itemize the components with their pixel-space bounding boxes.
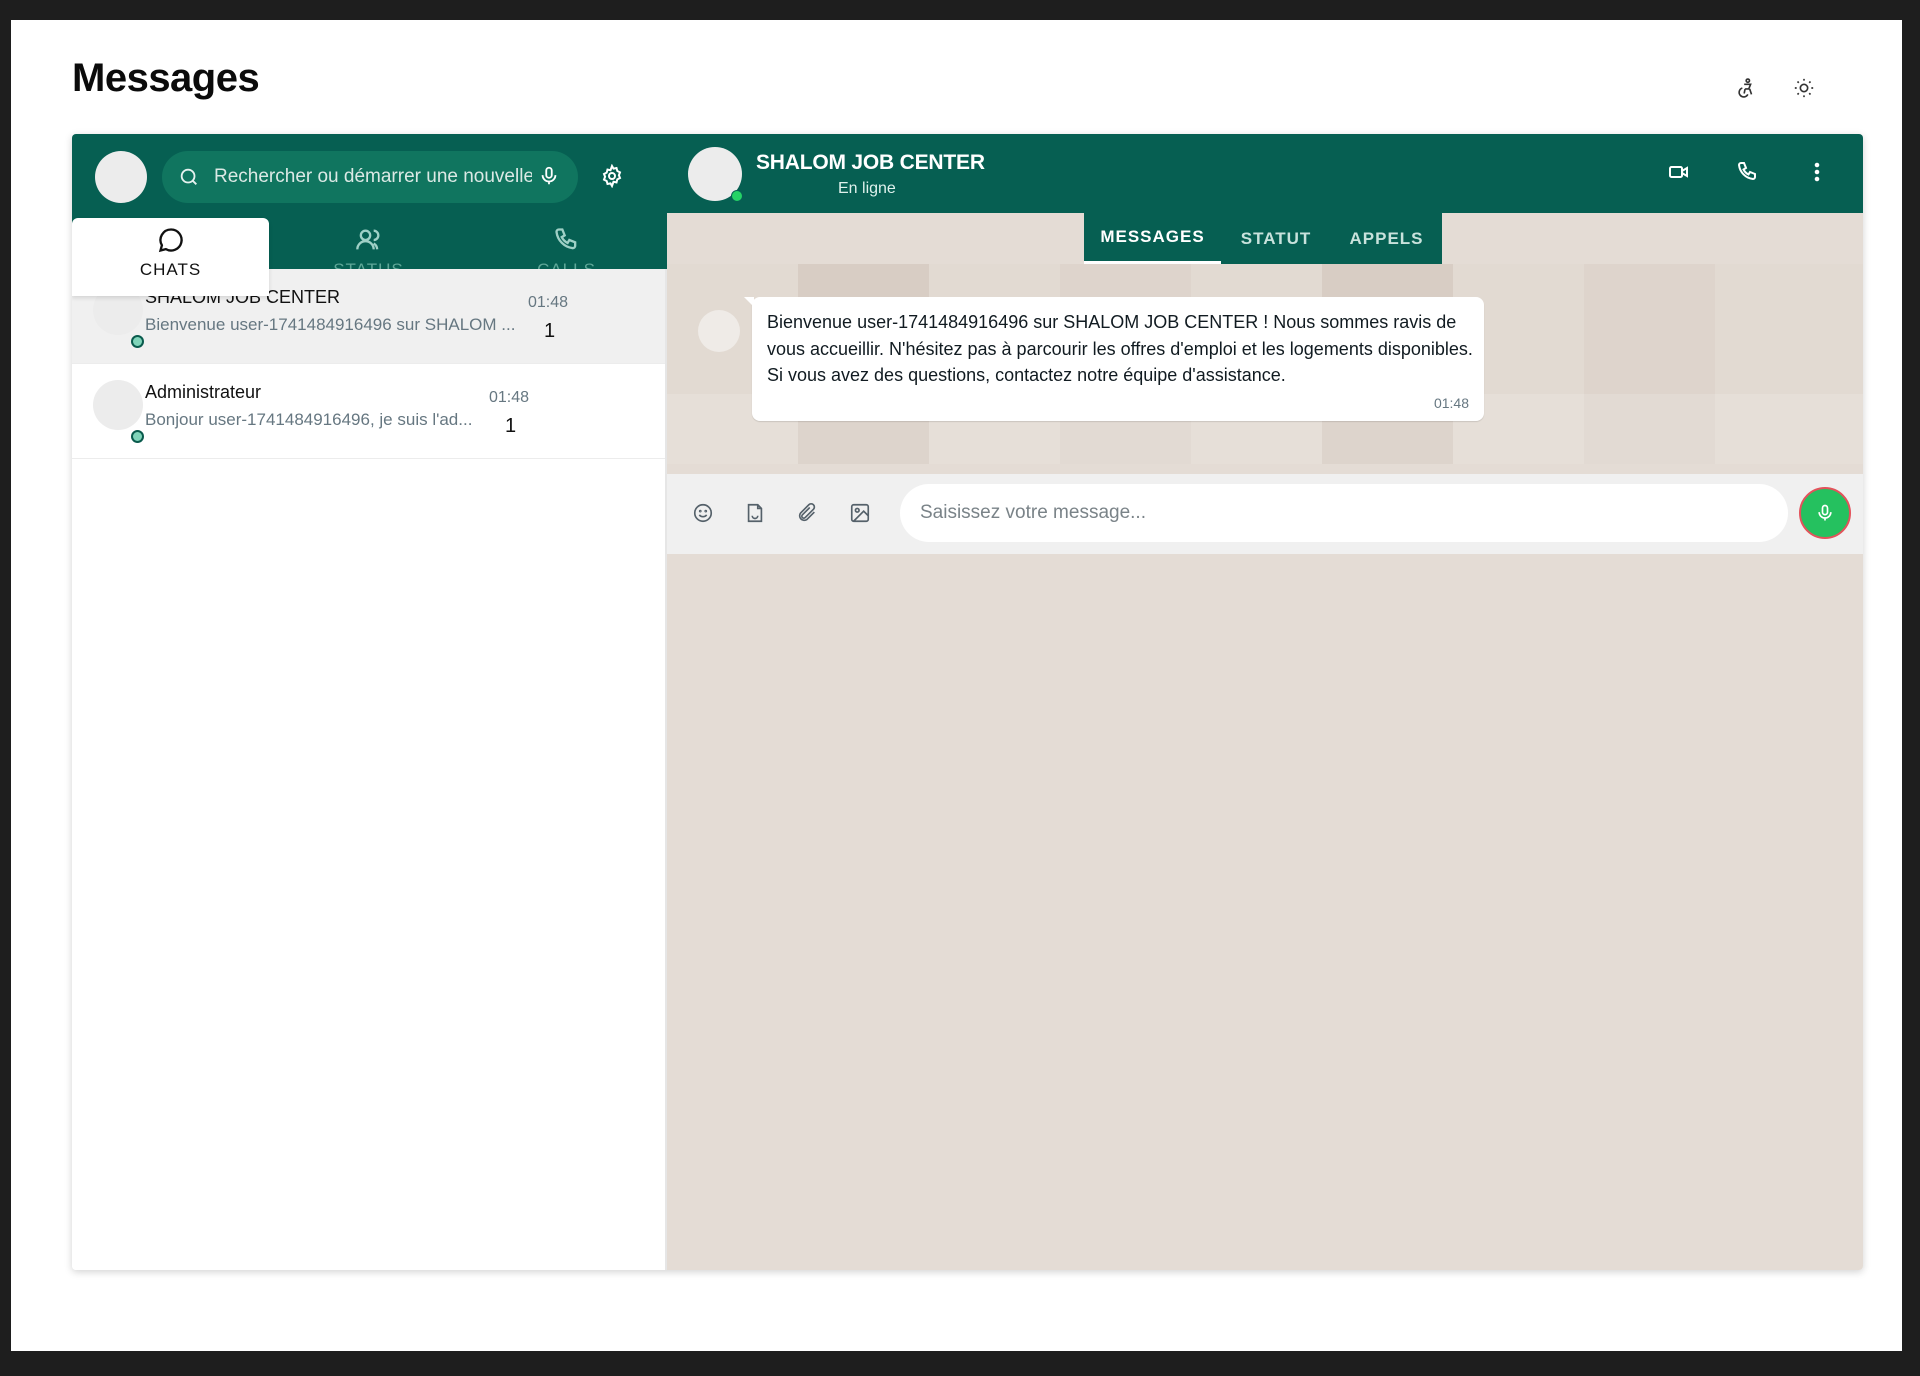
users-icon xyxy=(355,229,379,250)
online-indicator xyxy=(131,430,144,443)
search-bar xyxy=(162,151,578,203)
sender-avatar xyxy=(698,310,740,352)
conversation-tabs: MESSAGES STATUT APPELS xyxy=(1084,213,1442,264)
search-icon xyxy=(178,166,200,188)
page-title: Messages xyxy=(72,56,260,100)
chat-time: 01:48 xyxy=(528,294,569,311)
unread-count: 1 xyxy=(544,320,556,342)
contact-name: SHALOM JOB CENTER xyxy=(756,151,985,174)
more-vertical-icon[interactable] xyxy=(1805,160,1833,188)
phone-icon[interactable] xyxy=(1736,160,1764,188)
chat-preview: Bienvenue user-1741484916496 sur SHALOM … xyxy=(145,315,516,334)
phone-icon xyxy=(554,228,576,250)
emoji-icon[interactable] xyxy=(692,502,718,528)
page: Messages Rechercher ou démarrer une nouv… xyxy=(11,20,1902,1351)
message-bubble: Bienvenue user-1741484916496 sur SHALOM … xyxy=(744,297,1484,421)
chat-preview: Bonjour user-1741484916496, je suis l'ad… xyxy=(145,410,473,429)
image-icon[interactable] xyxy=(849,502,875,528)
gear-icon[interactable] xyxy=(600,163,628,192)
avatar xyxy=(93,380,143,430)
unread-count: 1 xyxy=(505,415,517,437)
video-icon[interactable] xyxy=(1667,160,1695,188)
online-indicator xyxy=(731,190,743,202)
conversation-panel: SHALOM JOB CENTER En ligne MESSAGES STAT… xyxy=(667,134,1863,1270)
chat-list-item[interactable]: Administrateur Bonjour user-174148491649… xyxy=(72,364,665,459)
message-composer xyxy=(667,474,1863,554)
conversation-header: SHALOM JOB CENTER En ligne xyxy=(667,134,1863,213)
tab-chats-label: CHATS xyxy=(139,260,202,279)
my-avatar[interactable] xyxy=(95,151,147,203)
chat-name: Administrateur xyxy=(145,382,262,402)
mic-button[interactable] xyxy=(1799,487,1851,539)
tab-statut[interactable]: STATUT xyxy=(1221,213,1331,264)
chat-list-panel: CHATS STATUS CALLS SHALOM JOB CENTER Bie… xyxy=(72,134,667,1270)
voice-search-icon[interactable] xyxy=(538,165,562,189)
tab-chats[interactable]: CHATS xyxy=(72,218,269,296)
tab-messages[interactable]: MESSAGES xyxy=(1084,213,1221,264)
mic-icon xyxy=(1818,504,1832,521)
tab-appels[interactable]: APPELS xyxy=(1331,213,1442,264)
contact-status: En ligne xyxy=(838,180,896,197)
message-input[interactable] xyxy=(900,484,1788,542)
messages-area: Bienvenue user-1741484916496 sur SHALOM … xyxy=(667,264,1863,464)
sticker-icon[interactable] xyxy=(744,502,770,528)
messenger-window: CHATS STATUS CALLS SHALOM JOB CENTER Bie… xyxy=(72,134,1863,1270)
message-text: Bienvenue user-1741484916496 sur SHALOM … xyxy=(767,312,1473,385)
chat-time: 01:48 xyxy=(489,389,530,406)
online-indicator xyxy=(131,335,144,348)
message-time: 01:48 xyxy=(1433,395,1469,411)
paperclip-icon[interactable] xyxy=(796,502,822,528)
accessibility-icon[interactable] xyxy=(1726,68,1766,108)
chat-bubble-icon xyxy=(158,228,183,253)
search-input[interactable] xyxy=(212,165,534,189)
sun-icon[interactable] xyxy=(1784,68,1824,108)
